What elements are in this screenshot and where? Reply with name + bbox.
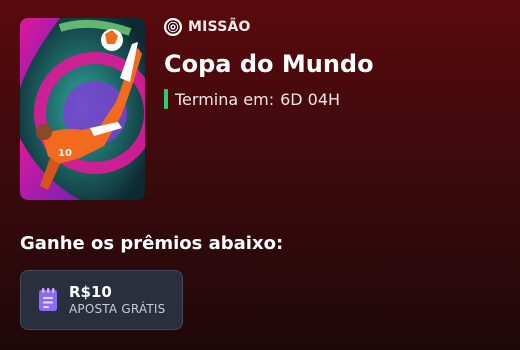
mission-badge-label: MISSÃO (188, 19, 251, 35)
timer-indicator (164, 89, 168, 109)
target-icon (164, 18, 182, 36)
svg-text:10: 10 (58, 148, 72, 159)
ticket-icon (36, 287, 60, 313)
timer-value: 6D 04H (280, 89, 341, 109)
timer-label: Termina em: (175, 89, 275, 109)
prize-card[interactable]: R$10 APOSTA GRÁTIS (20, 270, 183, 330)
mission-timer: Termina em: 6D 04H (164, 89, 340, 109)
prize-text: R$10 APOSTA GRÁTIS (69, 283, 165, 317)
mission-image[interactable]: 10 (20, 18, 145, 200)
mission-badge: MISSÃO (164, 16, 251, 38)
mission-title: Copa do Mundo (164, 50, 374, 78)
prizes-heading: Ganhe os prêmios abaixo: (20, 233, 284, 254)
soccer-player-illustration: 10 (20, 18, 145, 200)
prize-type: APOSTA GRÁTIS (69, 302, 166, 316)
prize-amount: R$10 (69, 283, 112, 301)
